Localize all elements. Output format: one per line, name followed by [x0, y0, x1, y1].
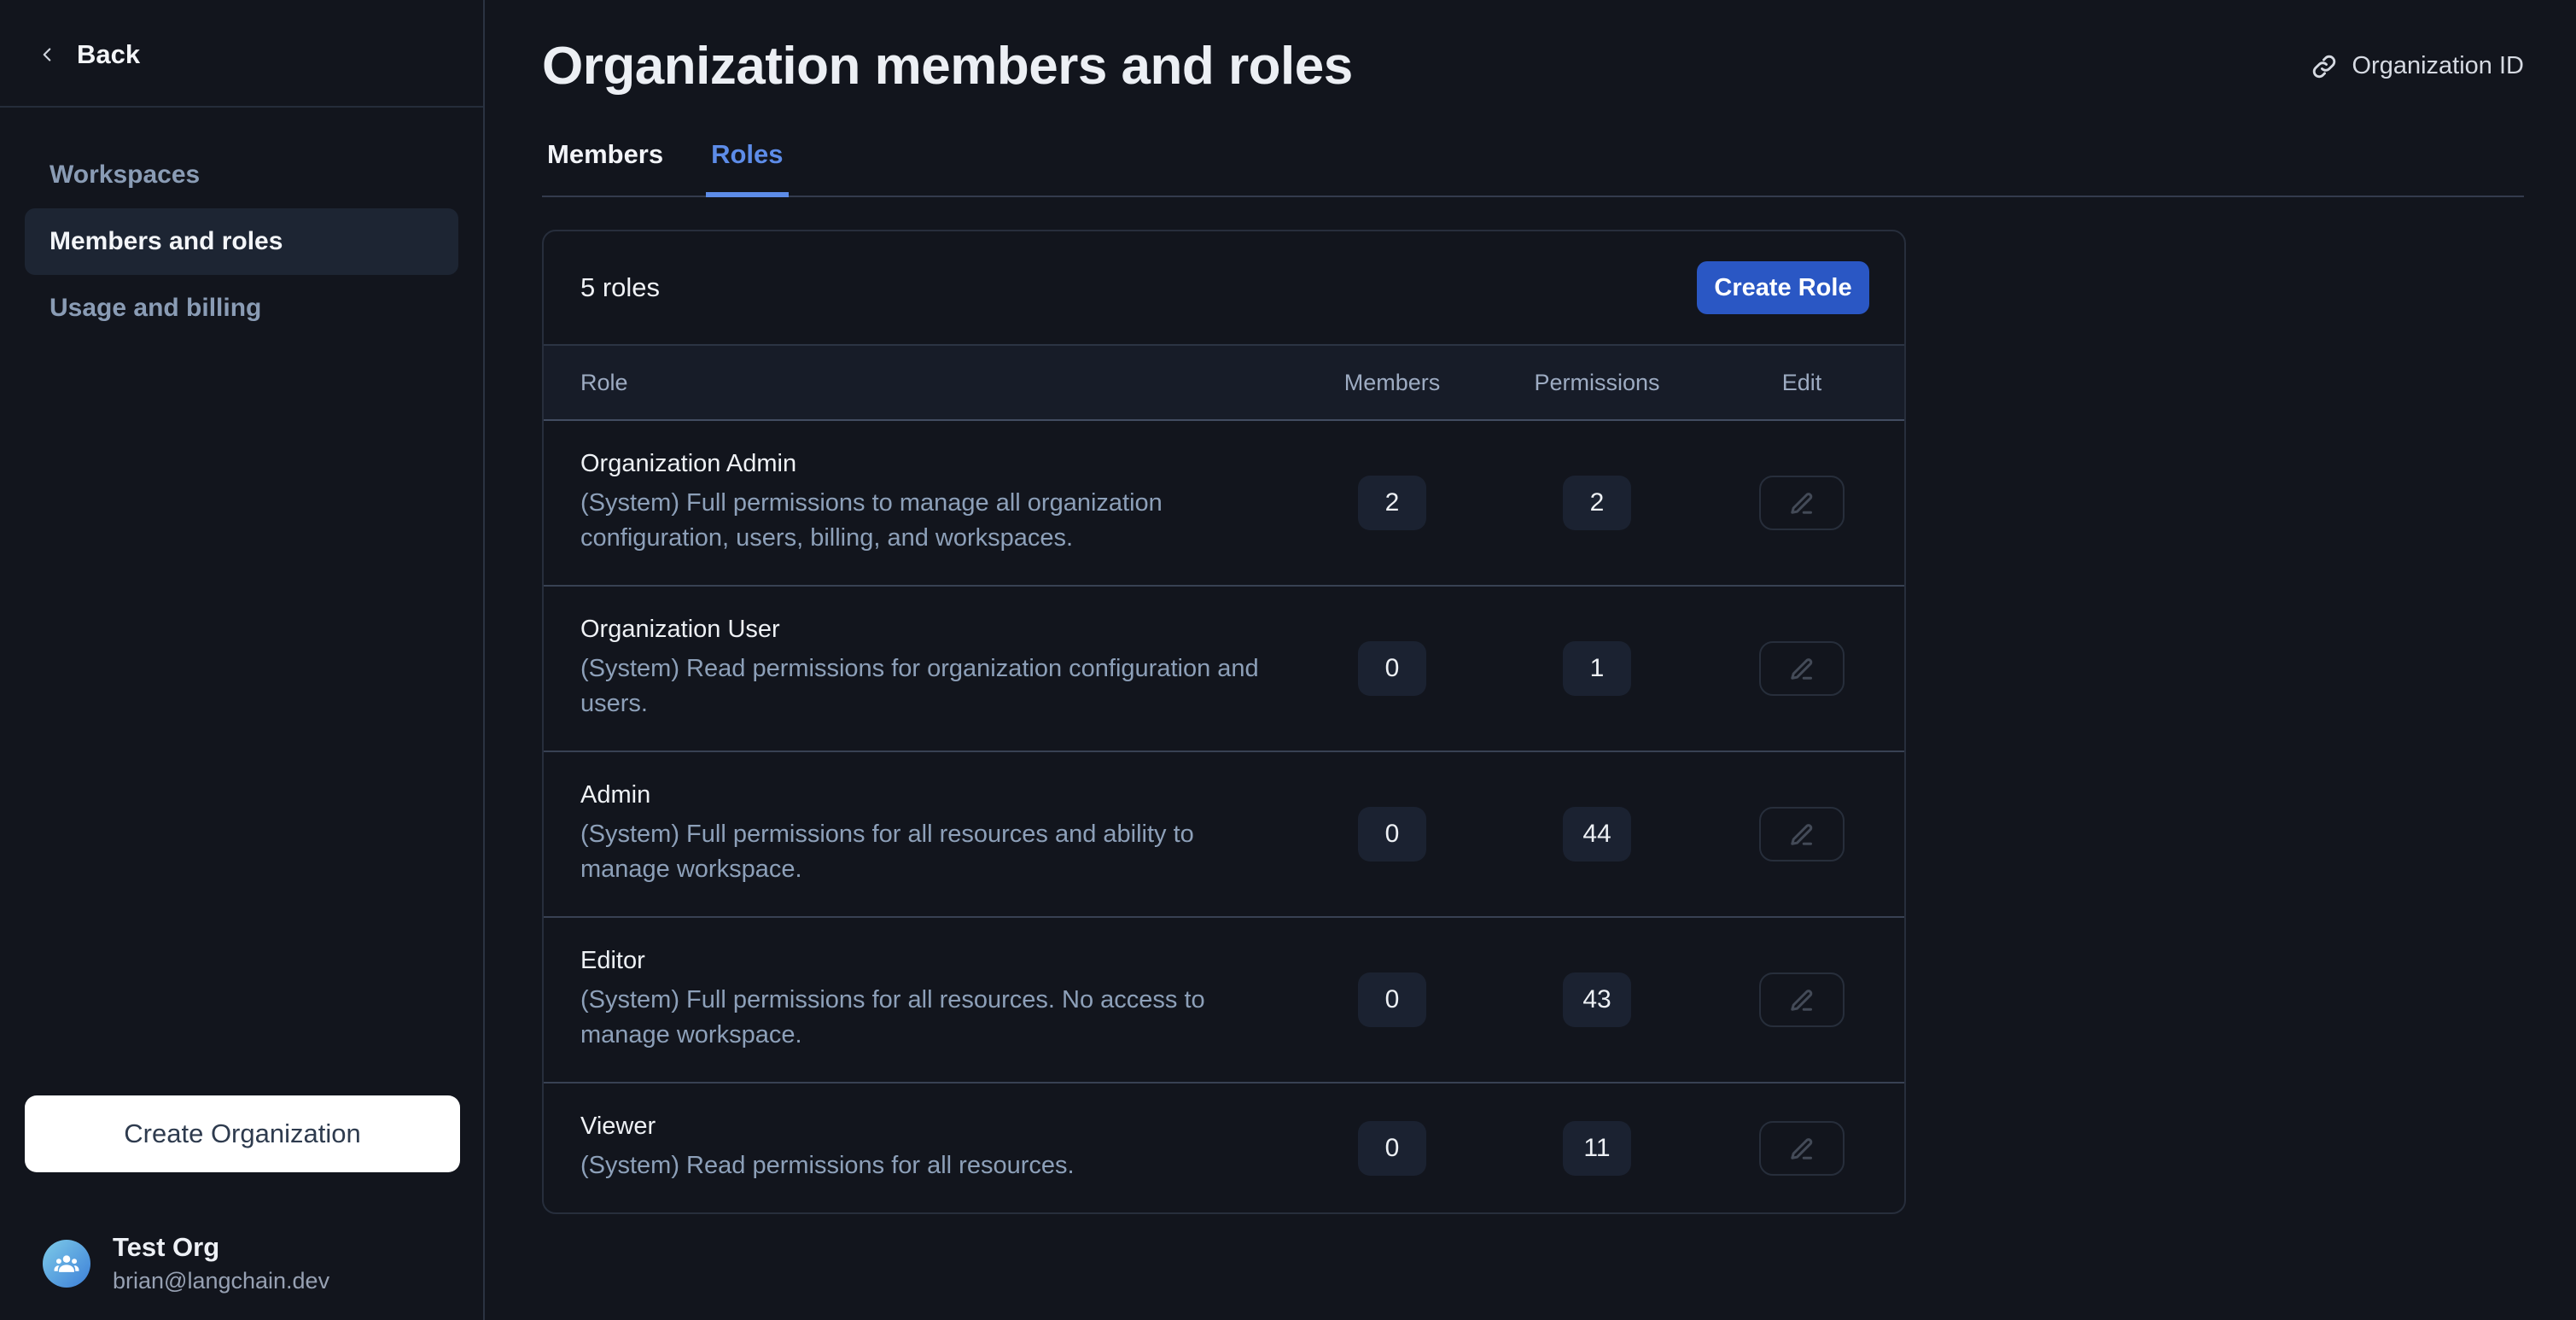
chevron-left-icon [36, 44, 58, 66]
role-description: (System) Read permissions for organizati… [580, 651, 1272, 721]
role-cell: Admin (System) Full permissions for all … [544, 781, 1290, 887]
sidebar: Back Workspaces Members and roles Usage … [0, 0, 485, 1320]
organization-id-link[interactable]: Organization ID [2310, 52, 2525, 81]
main-content: Organization members and roles Organizat… [485, 0, 2576, 1320]
sidebar-item-workspaces[interactable]: Workspaces [25, 142, 458, 208]
column-header-members: Members [1290, 370, 1495, 396]
roles-panel: 5 roles Create Role Role Members Permiss… [542, 230, 1906, 1214]
avatar [43, 1240, 90, 1288]
column-header-permissions: Permissions [1495, 370, 1699, 396]
permissions-count-badge: 2 [1563, 476, 1631, 530]
role-description: (System) Read permissions for all resour… [580, 1148, 1272, 1183]
role-cell: Editor (System) Full permissions for all… [544, 947, 1290, 1053]
tab-members[interactable]: Members [542, 134, 668, 197]
members-count-badge: 2 [1358, 476, 1426, 530]
organization-id-label: Organization ID [2352, 52, 2525, 80]
edit-role-button[interactable] [1759, 476, 1845, 530]
roles-count: 5 roles [580, 272, 660, 303]
role-description: (System) Full permissions to manage all … [580, 486, 1272, 556]
role-name: Organization User [580, 616, 1290, 644]
members-count-badge: 0 [1358, 807, 1426, 862]
link-icon [2310, 52, 2339, 81]
members-count-badge: 0 [1358, 972, 1426, 1027]
user-email: brian@langchain.dev [113, 1268, 329, 1294]
create-organization-button[interactable]: Create Organization [25, 1095, 460, 1172]
members-count-badge: 0 [1358, 1121, 1426, 1176]
role-cell: Viewer (System) Read permissions for all… [544, 1113, 1290, 1183]
role-description: (System) Full permissions for all resour… [580, 817, 1272, 887]
permissions-count-badge: 43 [1563, 972, 1631, 1027]
back-button[interactable]: Back [0, 0, 483, 108]
table-row: Admin (System) Full permissions for all … [544, 752, 1904, 918]
role-name: Organization Admin [580, 450, 1290, 478]
user-meta: Test Org brian@langchain.dev [113, 1232, 329, 1294]
pencil-icon [1786, 819, 1817, 850]
create-role-button[interactable]: Create Role [1697, 261, 1869, 314]
sidebar-item-label: Workspaces [50, 161, 200, 190]
permissions-count-badge: 44 [1563, 807, 1631, 862]
members-count-badge: 0 [1358, 641, 1426, 696]
sidebar-item-usage-and-billing[interactable]: Usage and billing [25, 275, 458, 342]
role-description: (System) Full permissions for all resour… [580, 983, 1272, 1053]
sidebar-item-members-and-roles[interactable]: Members and roles [25, 208, 458, 275]
sidebar-item-label: Usage and billing [50, 294, 261, 323]
table-row: Viewer (System) Read permissions for all… [544, 1083, 1904, 1212]
table-row: Organization User (System) Read permissi… [544, 587, 1904, 752]
back-label: Back [77, 39, 140, 70]
sidebar-item-label: Members and roles [50, 227, 283, 256]
edit-role-button[interactable] [1759, 1121, 1845, 1176]
role-cell: Organization User (System) Read permissi… [544, 616, 1290, 721]
edit-role-button[interactable] [1759, 807, 1845, 862]
people-icon [52, 1249, 81, 1278]
pencil-icon [1786, 488, 1817, 518]
sidebar-bottom: Create Organization Test Org brian@langc… [0, 1095, 483, 1320]
pencil-icon [1786, 1133, 1817, 1164]
role-name: Viewer [580, 1113, 1290, 1141]
page-header: Organization members and roles Organizat… [542, 36, 2524, 96]
column-header-edit: Edit [1699, 370, 1904, 396]
column-header-role: Role [544, 370, 1290, 396]
table-row: Editor (System) Full permissions for all… [544, 918, 1904, 1083]
tab-roles[interactable]: Roles [706, 134, 788, 197]
pencil-icon [1786, 984, 1817, 1015]
edit-role-button[interactable] [1759, 972, 1845, 1027]
org-name: Test Org [113, 1232, 329, 1263]
sidebar-nav: Workspaces Members and roles Usage and b… [0, 108, 483, 342]
org-switcher[interactable]: Test Org brian@langchain.dev [0, 1172, 483, 1320]
permissions-count-badge: 11 [1563, 1121, 1631, 1176]
page-title: Organization members and roles [542, 36, 1353, 96]
permissions-count-badge: 1 [1563, 641, 1631, 696]
role-name: Admin [580, 781, 1290, 809]
table-row: Organization Admin (System) Full permiss… [544, 421, 1904, 587]
tab-bar: Members Roles [542, 134, 2524, 197]
role-cell: Organization Admin (System) Full permiss… [544, 450, 1290, 556]
edit-role-button[interactable] [1759, 641, 1845, 696]
table-header: Role Members Permissions Edit [544, 344, 1904, 421]
roles-panel-header: 5 roles Create Role [544, 231, 1904, 344]
pencil-icon [1786, 653, 1817, 684]
role-name: Editor [580, 947, 1290, 975]
